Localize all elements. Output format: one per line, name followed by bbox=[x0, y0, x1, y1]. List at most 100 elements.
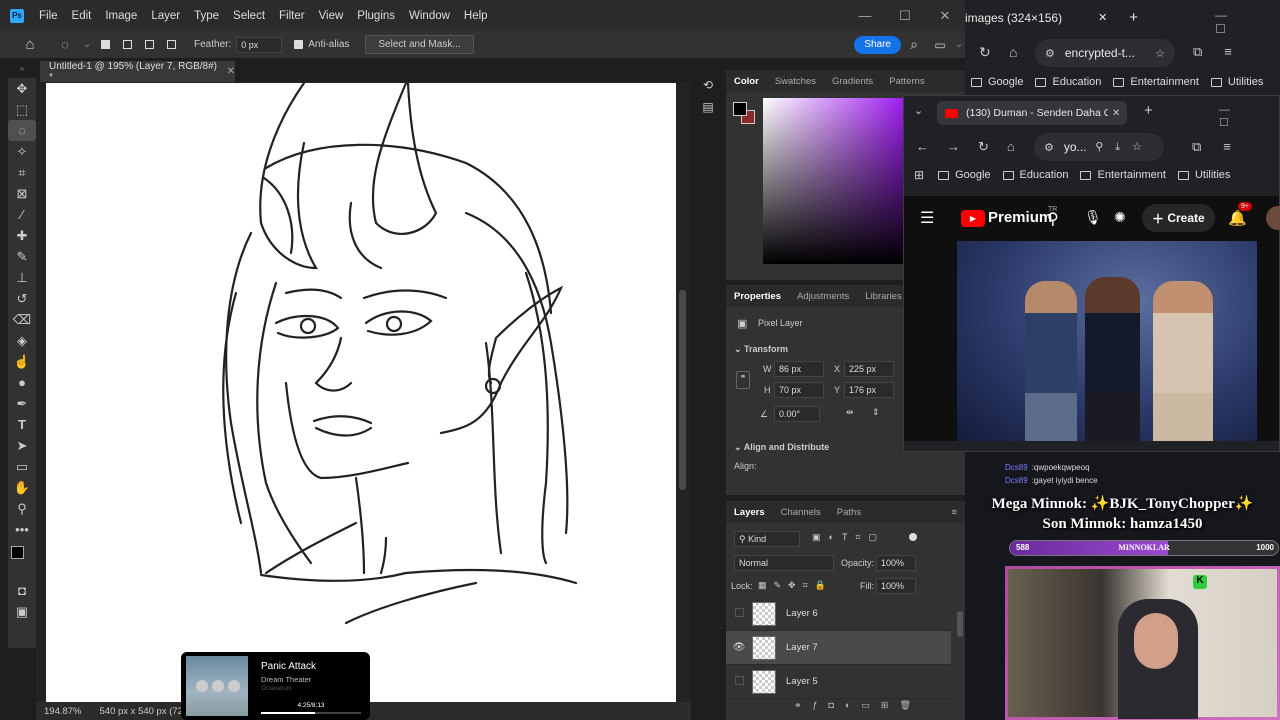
filter-toggle[interactable] bbox=[909, 533, 917, 541]
bookmark-google[interactable]: Google bbox=[938, 168, 991, 182]
dodge-tool-icon[interactable]: ● bbox=[8, 372, 36, 393]
crop-tool-icon[interactable]: ⌗ bbox=[8, 162, 36, 183]
pen-tool-icon[interactable]: ✒ bbox=[8, 393, 36, 414]
menu-filter[interactable]: Filter bbox=[272, 10, 312, 22]
toolbar-icons[interactable]: ⧉≡ bbox=[1192, 139, 1253, 155]
bookmark-entertainment[interactable]: Entertainment bbox=[1080, 168, 1166, 182]
align-section[interactable]: ⌄ Align and Distribute bbox=[734, 442, 829, 453]
tab-channels[interactable]: Channels bbox=[773, 507, 829, 518]
history-icon[interactable]: ⟲ bbox=[697, 78, 719, 100]
bookmark-education[interactable]: Education bbox=[1002, 168, 1068, 182]
video-area[interactable] bbox=[904, 241, 1279, 441]
move-tool-icon[interactable]: ✥ bbox=[8, 78, 36, 99]
drawing-canvas[interactable] bbox=[46, 81, 676, 702]
close-tab-icon[interactable]: ✕ bbox=[227, 66, 235, 77]
subtract-selection-icon[interactable] bbox=[138, 35, 160, 55]
bookmark-utilities[interactable]: Utilities bbox=[1210, 76, 1263, 88]
height-field[interactable]: 70 px bbox=[774, 382, 824, 398]
feather-input[interactable]: 0 px bbox=[236, 36, 283, 53]
smudge-tool-icon[interactable]: ☝ bbox=[8, 351, 36, 372]
flip-vertical-icon[interactable]: ⇕ bbox=[872, 407, 880, 418]
more-tools-icon[interactable]: ••• bbox=[8, 519, 36, 540]
marquee-tool-icon[interactable]: ⬚ bbox=[8, 99, 36, 120]
type-tool-icon[interactable]: T bbox=[8, 414, 36, 435]
menu-select[interactable]: Select bbox=[226, 10, 272, 22]
site-info-icon[interactable]: ⚙ bbox=[1045, 47, 1055, 60]
site-info-icon[interactable]: ⚙ bbox=[1044, 141, 1054, 154]
zoom-tool-icon[interactable]: ⚲ bbox=[8, 498, 36, 519]
toolbar-grip-icon[interactable]: » bbox=[10, 64, 34, 73]
microphone-icon[interactable]: 🎙 bbox=[1084, 209, 1102, 226]
tab-libraries[interactable]: Libraries bbox=[857, 291, 909, 302]
color-picker-field[interactable] bbox=[763, 98, 903, 264]
address-bar[interactable]: ⚙ encrypted-t... ☆ bbox=[1035, 39, 1175, 67]
youtube-premium-logo[interactable]: Premium bbox=[988, 209, 1052, 226]
menu-icon[interactable]: ☰ bbox=[920, 208, 934, 228]
layer-actions[interactable]: ⚭ƒ◘◐▭⊞🗑 bbox=[794, 700, 922, 711]
quick-mask-icon[interactable]: ◘ bbox=[8, 580, 36, 601]
magic-wand-tool-icon[interactable]: ✧ bbox=[8, 141, 36, 162]
color-swatches-tool[interactable] bbox=[8, 540, 36, 580]
bookmark-education[interactable]: Education bbox=[1035, 76, 1101, 88]
song-progress-track[interactable] bbox=[261, 712, 361, 714]
menu-plugins[interactable]: Plugins bbox=[350, 10, 402, 22]
tab-properties[interactable]: Properties bbox=[726, 291, 789, 302]
menu-image[interactable]: Image bbox=[98, 10, 144, 22]
stamp-tool-icon[interactable]: ⊥ bbox=[8, 267, 36, 288]
bookmark-utilities[interactable]: Utilities bbox=[1177, 168, 1230, 182]
antialias-checkbox[interactable] bbox=[294, 40, 304, 49]
menu-edit[interactable]: Edit bbox=[65, 10, 99, 22]
eraser-tool-icon[interactable]: ⌫ bbox=[8, 309, 36, 330]
close-icon[interactable]: ✕ bbox=[925, 8, 965, 24]
browser-tab[interactable]: (130) Duman - Senden Daha Gü ✕ bbox=[937, 101, 1127, 125]
home-icon[interactable]: ⌂ bbox=[1009, 44, 1017, 60]
menu-window[interactable]: Window bbox=[402, 10, 457, 22]
minimize-icon[interactable]: — bbox=[845, 8, 885, 23]
youtube-logo-icon[interactable]: ▶ bbox=[961, 210, 985, 227]
lasso-icon[interactable]: ◌ bbox=[50, 35, 80, 55]
width-field[interactable]: 86 px bbox=[774, 361, 824, 377]
eyedropper-tool-icon[interactable]: ⁄ bbox=[8, 204, 36, 225]
menu-type[interactable]: Type bbox=[187, 10, 226, 22]
new-tab-icon[interactable]: + bbox=[1144, 102, 1153, 119]
hand-tool-icon[interactable]: ✋ bbox=[8, 477, 36, 498]
search-icon[interactable]: ⚲ bbox=[1047, 209, 1059, 229]
create-button[interactable]: ＋ Create bbox=[1142, 204, 1215, 232]
window-controls[interactable]: —☐ bbox=[1219, 104, 1279, 129]
maximize-icon[interactable]: ☐ bbox=[885, 8, 925, 24]
angle-field[interactable]: 0.00° bbox=[774, 406, 820, 422]
comments-icon[interactable]: ▤ bbox=[697, 100, 719, 122]
layer-filter-icons[interactable]: ▣◐T⌗▢ bbox=[812, 532, 885, 543]
link-icon[interactable]: ⚭ bbox=[736, 371, 750, 389]
tab-swatches[interactable]: Swatches bbox=[767, 76, 824, 87]
opacity-field[interactable]: 100% bbox=[876, 555, 916, 571]
visibility-eye-icon[interactable]: 👁 bbox=[726, 642, 752, 653]
flip-horizontal-icon[interactable]: ⇹ bbox=[846, 407, 854, 418]
path-selection-tool-icon[interactable]: ➤ bbox=[8, 435, 36, 456]
chevron-down-icon[interactable]: ⌄ bbox=[80, 35, 94, 55]
tab-patterns[interactable]: Patterns bbox=[881, 76, 932, 87]
lasso-tool-icon[interactable]: ◌ bbox=[8, 120, 36, 141]
tab-layers[interactable]: Layers bbox=[726, 507, 773, 518]
tab-paths[interactable]: Paths bbox=[829, 507, 869, 518]
history-brush-tool-icon[interactable]: ↺ bbox=[8, 288, 36, 309]
search-icon[interactable]: ⌕ bbox=[901, 35, 927, 55]
layer-row[interactable]: Layer 6 bbox=[726, 597, 951, 631]
nav-buttons[interactable]: ←→↻⌂ bbox=[916, 139, 1033, 155]
layer-row[interactable]: Layer 5 bbox=[726, 665, 951, 699]
browser-tab[interactable]: images (324×156) ✕ + bbox=[965, 9, 1138, 26]
toolbar-icons[interactable]: ⧉≡ bbox=[1193, 44, 1254, 60]
address-actions[interactable]: ⚲⤓☆ bbox=[1095, 140, 1154, 154]
new-selection-icon[interactable] bbox=[94, 35, 116, 55]
layer-row[interactable]: 👁 Layer 7 bbox=[726, 631, 951, 665]
fill-field[interactable]: 100% bbox=[876, 578, 916, 594]
foreground-swatch[interactable] bbox=[733, 102, 747, 116]
screen-mode-icon[interactable]: ▣ bbox=[8, 601, 36, 622]
chevron-down-icon[interactable]: ⌄ bbox=[953, 35, 965, 55]
apps-icon[interactable]: ⊞ bbox=[914, 168, 924, 182]
notifications-icon[interactable]: 🔔 bbox=[1228, 209, 1247, 227]
reload-icon[interactable]: ↻ bbox=[979, 44, 991, 61]
address-bar[interactable]: ⚙ yo... ⚲⤓☆ bbox=[1034, 133, 1164, 161]
tab-color[interactable]: Color bbox=[726, 76, 767, 87]
bookmark-star-icon[interactable]: ☆ bbox=[1155, 47, 1165, 60]
